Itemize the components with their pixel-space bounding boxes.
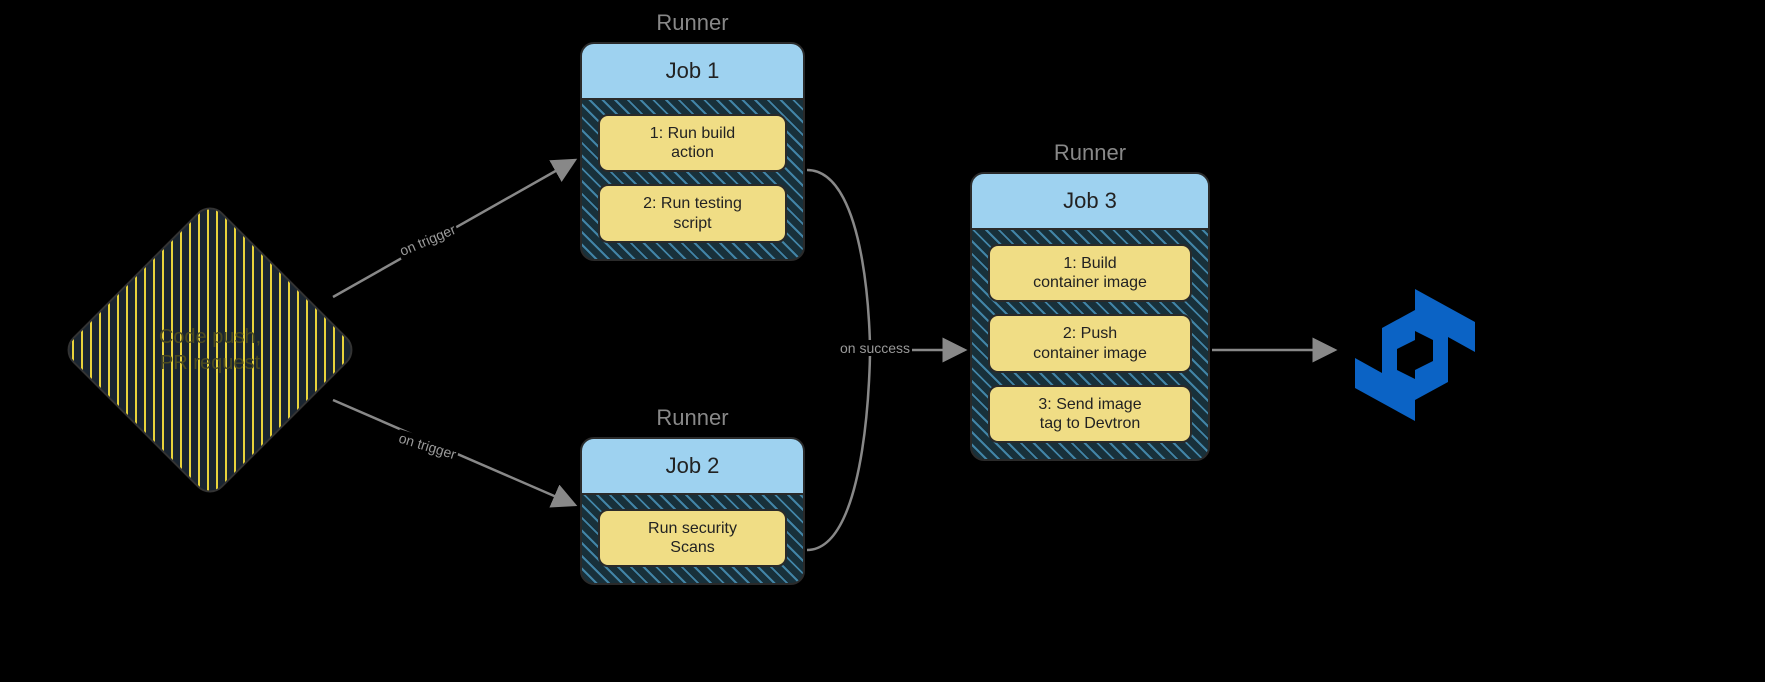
pipeline-diagram: Code push, PR request Runner Job 1 1: Ru… — [0, 0, 1765, 682]
job-3-step-3: 3: Send image tag to Devtron — [988, 385, 1192, 443]
trigger-label: Code push, PR request — [159, 324, 261, 376]
edge-label-trigger-2: on trigger — [395, 429, 460, 463]
job-2-step-1: Run security Scans — [598, 509, 787, 567]
job-1-header: Job 1 — [582, 44, 803, 100]
job-3-step-2: 2: Push container image — [988, 314, 1192, 372]
edge-label-trigger-1: on trigger — [395, 220, 459, 259]
runner-2: Runner Job 2 Run security Scans — [580, 405, 805, 585]
job-1-step-1: 1: Run build action — [598, 114, 787, 172]
job-3-step-1: 1: Build container image — [988, 244, 1192, 302]
job-3-steps: 1: Build container image 2: Push contain… — [972, 230, 1208, 447]
job-1-steps: 1: Run build action 2: Run testing scrip… — [582, 100, 803, 247]
job-2-header: Job 2 — [582, 439, 803, 495]
runner-1: Runner Job 1 1: Run build action 2: Run … — [580, 10, 805, 261]
job-2-steps: Run security Scans — [582, 495, 803, 571]
runner-3-body: Job 3 1: Build container image 2: Push c… — [970, 172, 1210, 461]
runner-3-label: Runner — [970, 140, 1210, 166]
edge-label-success: on success — [838, 340, 912, 356]
runner-3: Runner Job 3 1: Build container image 2:… — [970, 140, 1210, 461]
devtron-logo-icon — [1340, 280, 1490, 430]
job-3-header: Job 3 — [972, 174, 1208, 230]
runner-2-body: Job 2 Run security Scans — [580, 437, 805, 585]
runner-1-body: Job 1 1: Run build action 2: Run testing… — [580, 42, 805, 261]
runner-1-label: Runner — [580, 10, 805, 36]
job-1-step-2: 2: Run testing script — [598, 184, 787, 242]
runner-2-label: Runner — [580, 405, 805, 431]
trigger-node: Code push, PR request — [60, 200, 360, 500]
